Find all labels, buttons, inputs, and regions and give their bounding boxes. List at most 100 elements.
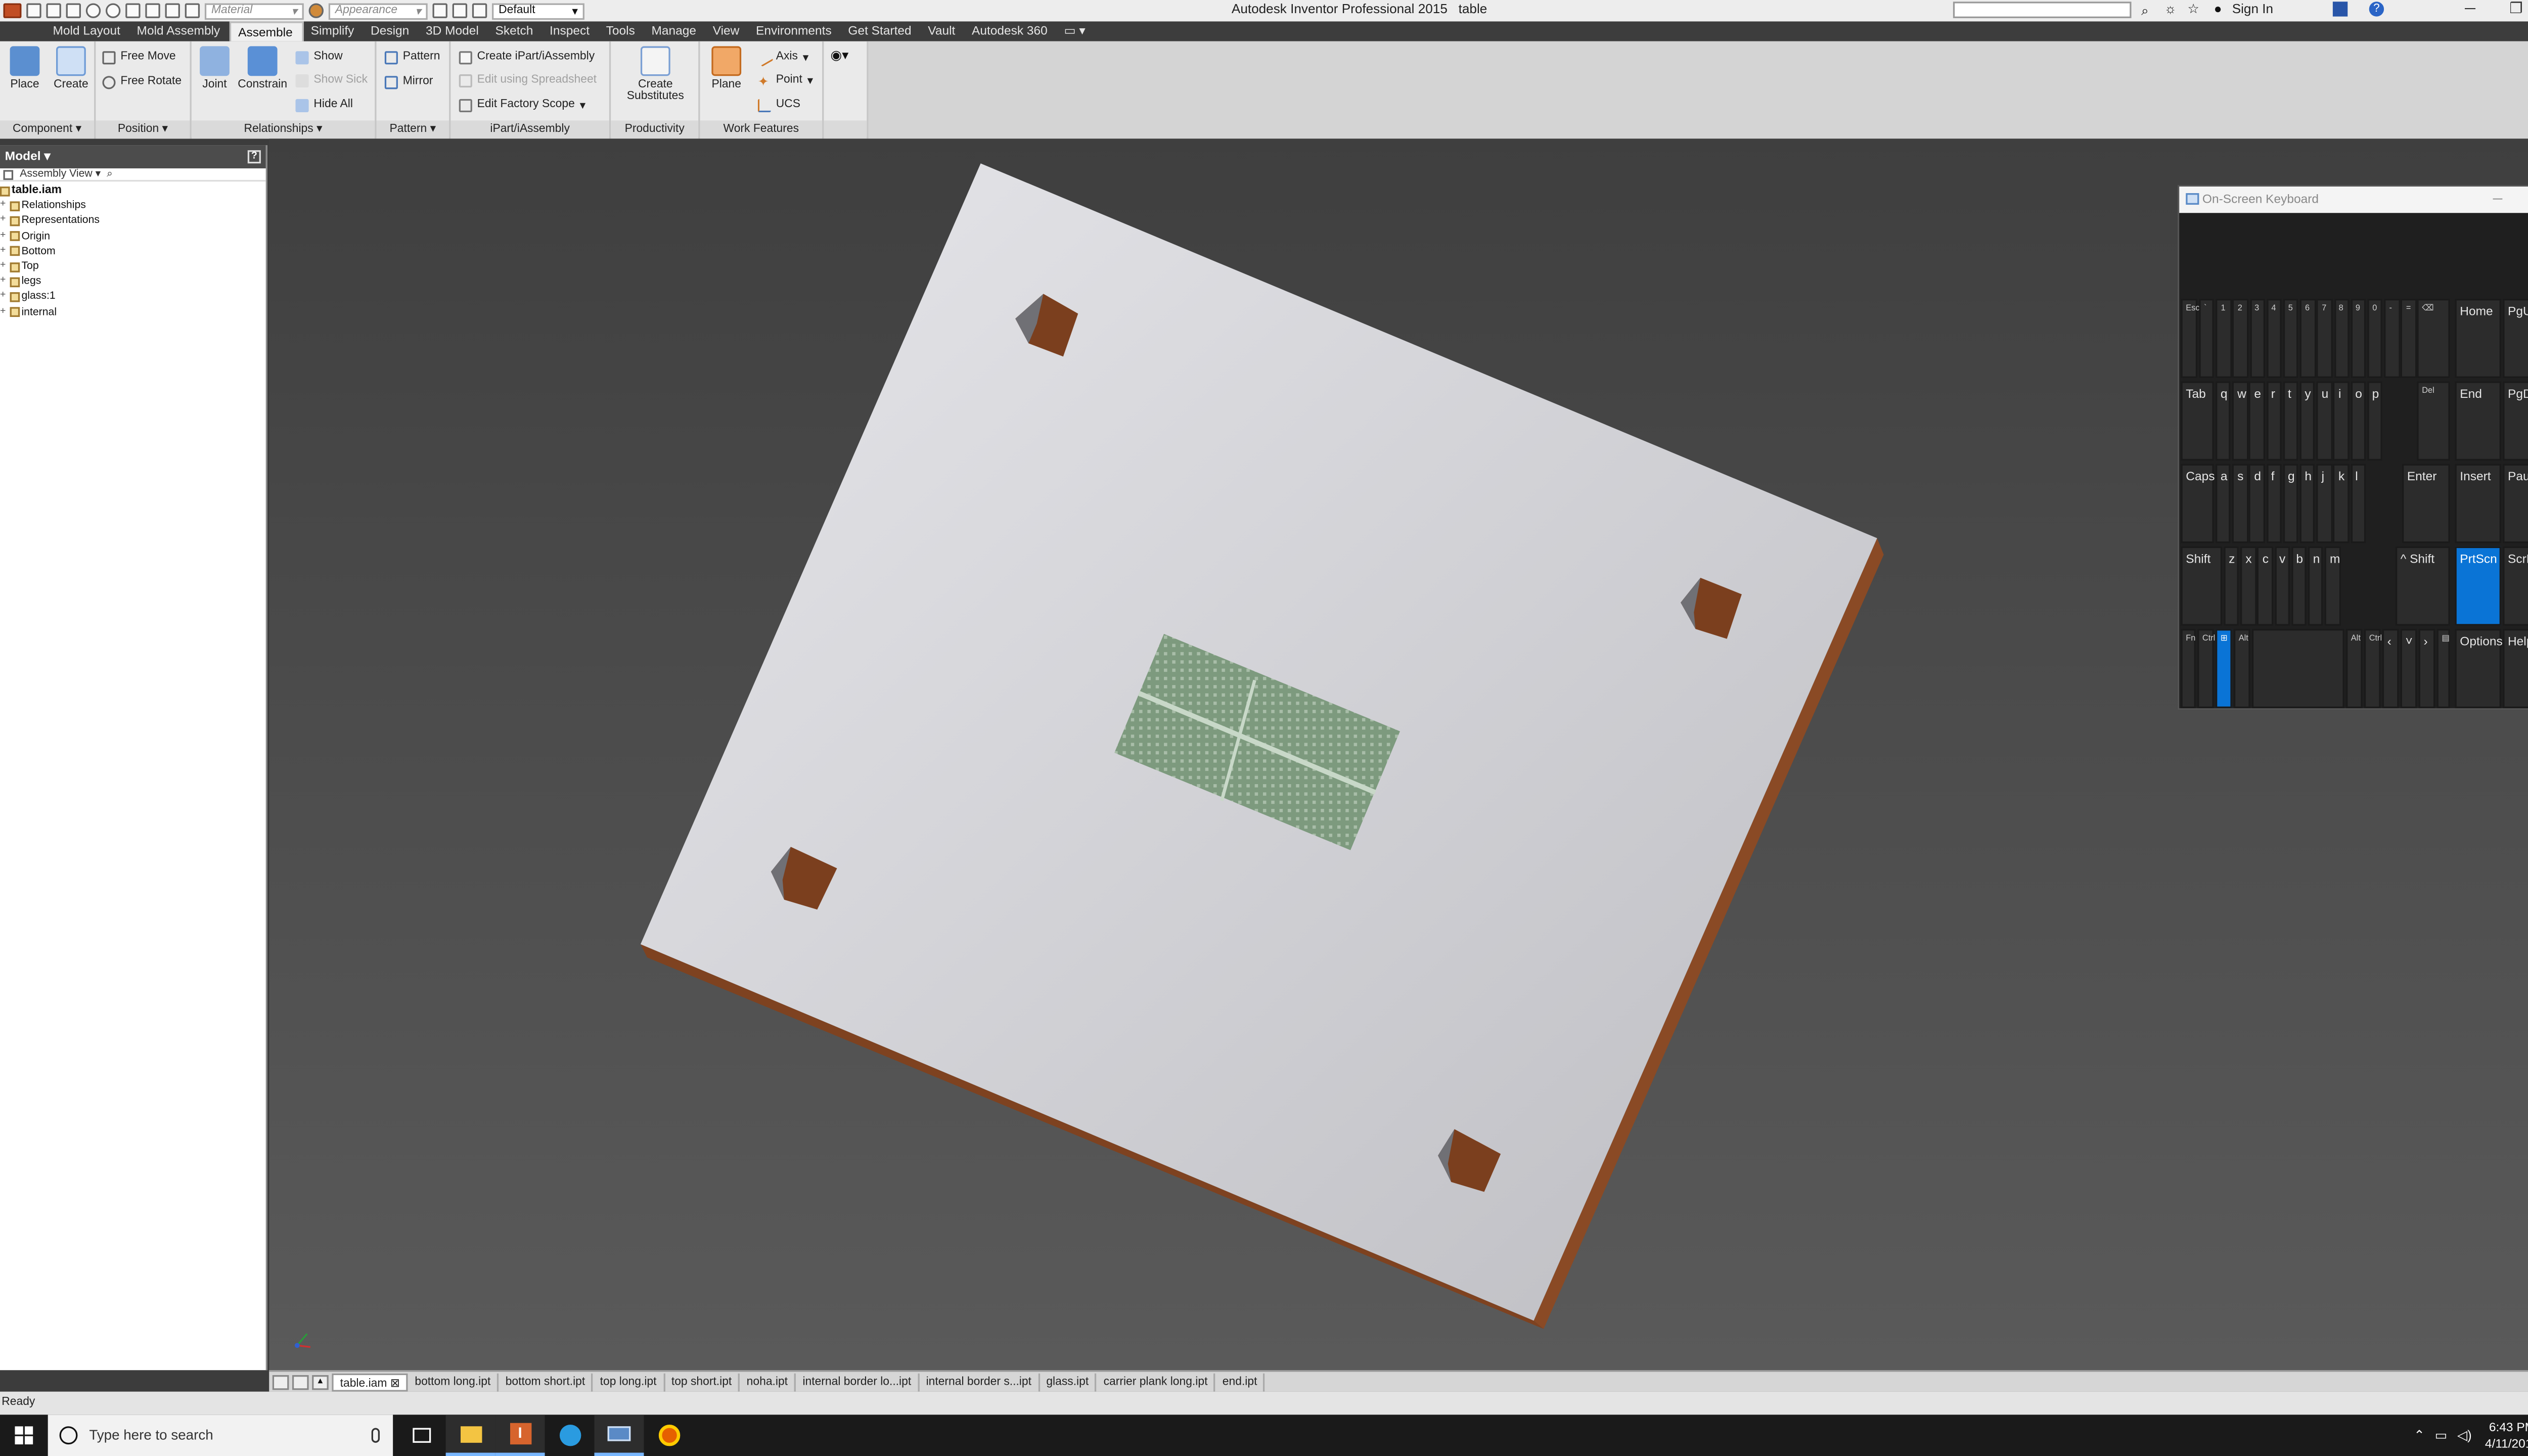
joint-button[interactable]: Joint (195, 46, 234, 91)
tray-overflow-icon[interactable]: ⌃ (2414, 1428, 2425, 1442)
firefox-icon[interactable] (644, 1415, 693, 1456)
key-letter[interactable]: i (2333, 381, 2349, 461)
material-select[interactable]: Material ▾ (204, 2, 304, 19)
key-letter[interactable]: y (2299, 381, 2316, 461)
tile-horizontal-icon[interactable] (272, 1374, 289, 1389)
new-file-icon[interactable] (26, 3, 41, 18)
key-number[interactable]: 8 (2333, 299, 2350, 378)
expand-icon[interactable]: + (0, 304, 8, 320)
tab-sketch[interactable]: Sketch (488, 21, 543, 41)
tab-inspect[interactable]: Inspect (543, 21, 600, 41)
favorites-star-icon[interactable]: ☆ (2188, 2, 2199, 16)
key-letter[interactable]: p (2367, 381, 2383, 461)
browser-header[interactable]: Model ▾ ? (0, 145, 266, 169)
create-ipart-button[interactable]: Create iPart/iAssembly (459, 48, 595, 66)
tab-view[interactable]: View (706, 21, 749, 41)
key-letter[interactable]: b (2291, 546, 2307, 626)
key-letter[interactable]: z (2224, 546, 2240, 626)
key-shift-right[interactable]: ^ Shift (2395, 546, 2450, 626)
point-button[interactable]: ✦ Point ▾ (758, 71, 813, 89)
tab-autodesk-360[interactable]: Autodesk 360 (965, 21, 1057, 41)
place-button[interactable]: Place (5, 46, 44, 91)
key-letter[interactable]: j (2316, 464, 2332, 543)
minimize-button[interactable]: ─ (2465, 0, 2475, 17)
hide-all-button[interactable]: Hide All (295, 96, 353, 114)
open-file-icon[interactable] (46, 3, 61, 18)
appearance-select[interactable]: Appearance ▾ (328, 2, 428, 19)
filter-icon[interactable] (3, 170, 14, 180)
adjust-icon[interactable] (432, 3, 447, 18)
close-icon[interactable]: ⊠ (390, 1378, 400, 1389)
doc-tab[interactable]: carrier plank long.ipt (1097, 1373, 1216, 1391)
key-alt-left[interactable]: Alt (2233, 629, 2250, 708)
key-letter[interactable]: k (2333, 464, 2349, 543)
tree-node-representations[interactable]: + Representations (0, 213, 266, 229)
browser-help-icon[interactable]: ? (247, 150, 261, 164)
home-icon[interactable] (125, 3, 141, 18)
tab-manage[interactable]: Manage (645, 21, 706, 41)
restore-button[interactable]: ❐ (2509, 0, 2522, 18)
binoculars-icon[interactable]: ⌕ (2141, 4, 2149, 20)
tree-root[interactable]: table.iam (0, 183, 266, 198)
key-number[interactable]: = (2401, 299, 2417, 378)
key-letter[interactable]: m (2325, 546, 2340, 626)
expand-icon[interactable]: + (0, 274, 8, 289)
find-icon[interactable]: ⌕ (107, 168, 113, 180)
key-letter[interactable]: c (2257, 546, 2273, 626)
expand-icon[interactable]: + (0, 259, 8, 274)
key-ctrl-right[interactable]: Ctrl (2364, 629, 2382, 708)
tree-node-bottom[interactable]: + Bottom (0, 244, 266, 259)
edit-spreadsheet-button[interactable]: Edit using Spreadsheet (459, 71, 597, 89)
key-alt-right[interactable]: Alt (2346, 629, 2363, 708)
tree-node-relationships[interactable]: + Relationships (0, 198, 266, 213)
undo-icon[interactable] (85, 3, 101, 18)
key-number[interactable]: 0 (2367, 299, 2383, 378)
browser-view-selector[interactable]: Assembly View ▾ ⌕ (0, 168, 266, 182)
tab-simplify[interactable]: Simplify (304, 21, 364, 41)
microphone-icon[interactable] (371, 1428, 380, 1443)
key-esc[interactable]: Esc (2181, 299, 2200, 378)
key-letter[interactable]: l (2350, 464, 2366, 543)
tree-node-origin[interactable]: + Origin (0, 229, 266, 244)
key-fn[interactable]: Fn (2181, 629, 2196, 708)
key-tab[interactable]: Tab (2181, 381, 2214, 461)
tree-node-legs[interactable]: + legs (0, 274, 266, 289)
key-nav[interactable]: PrtScn (2455, 546, 2501, 626)
network-icon[interactable]: ▭ (2435, 1428, 2448, 1442)
create-component-button[interactable]: Create (51, 46, 91, 91)
key-windows[interactable]: ⊞ (2216, 629, 2232, 708)
key-number[interactable]: 7 (2317, 299, 2333, 378)
key-nav[interactable]: ScrLk (2503, 546, 2528, 626)
tab-mold-assembly[interactable]: Mold Assembly (130, 21, 230, 41)
key-backspace[interactable]: ⌫ (2417, 299, 2450, 378)
panel-relationships-footer[interactable]: Relationships ▾ (191, 120, 375, 139)
ribbon-options-icon[interactable]: ▭ ▾ (1057, 21, 1095, 41)
tab-environments[interactable]: Environments (749, 21, 841, 41)
measure-icon[interactable] (185, 3, 200, 18)
key-number[interactable]: - (2384, 299, 2400, 378)
doc-tab-table-iam[interactable]: table.iam ⊠ (332, 1373, 409, 1391)
doc-tab[interactable]: end.ipt (1216, 1373, 1266, 1391)
tab-mold-layout[interactable]: Mold Layout (46, 21, 130, 41)
doc-tab[interactable]: top long.ipt (594, 1373, 665, 1391)
key-letter[interactable]: q (2216, 381, 2231, 461)
key-letter[interactable]: t (2283, 381, 2298, 461)
tree-node-glass[interactable]: + glass:1 (0, 289, 266, 304)
key-del[interactable]: Del (2417, 381, 2450, 461)
task-view-icon[interactable] (396, 1415, 446, 1456)
key-nav[interactable]: Insert (2455, 464, 2501, 543)
doc-tab[interactable]: noha.ipt (740, 1373, 796, 1391)
doc-tab[interactable]: glass.ipt (1040, 1373, 1097, 1391)
key-number[interactable]: 2 (2232, 299, 2248, 378)
help-icon[interactable]: ? (2369, 2, 2384, 17)
constrain-button[interactable]: Constrain (238, 46, 287, 91)
show-button[interactable]: Show (295, 48, 343, 66)
key-letter[interactable]: s (2232, 464, 2248, 543)
tab-3d-model[interactable]: 3D Model (419, 21, 489, 41)
help-search-input[interactable] (1953, 2, 2132, 18)
pattern-button[interactable]: Pattern (384, 48, 440, 66)
key-letter[interactable]: o (2350, 381, 2366, 461)
axis-button[interactable]: Axis ▾ (755, 48, 808, 66)
ribbon-extra-dropdown-icon[interactable]: ◉▾ (830, 48, 848, 63)
taskbar-search-box[interactable]: Type here to search (48, 1415, 393, 1456)
